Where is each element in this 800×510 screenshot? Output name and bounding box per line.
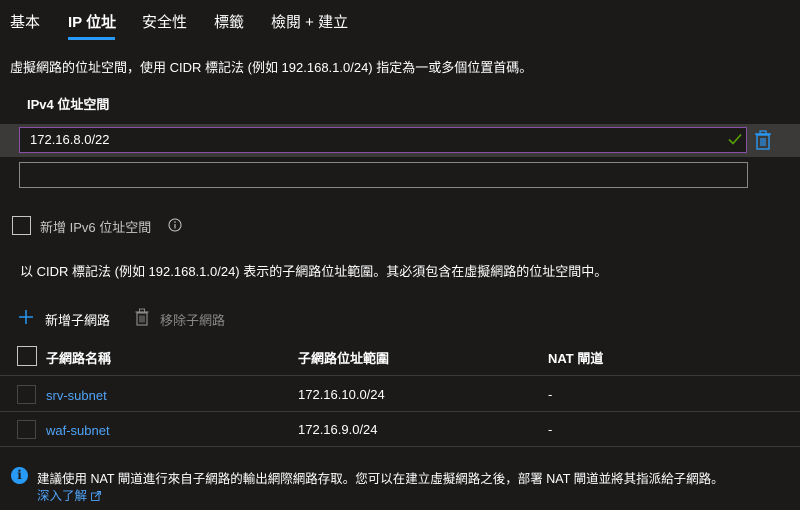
learn-more-label: 深入了解 [37, 489, 88, 503]
active-tab-indicator [68, 37, 115, 40]
add-ipv6-label: 新增 IPv6 位址空間 [40, 220, 152, 235]
info-icon[interactable] [168, 218, 182, 232]
learn-more-link[interactable]: 深入了解 [37, 485, 101, 504]
tab-security[interactable]: 安全性 [142, 11, 187, 32]
remove-subnet-button: 移除子網路 [160, 313, 226, 328]
delete-address-space-icon[interactable] [754, 130, 772, 150]
valid-check-icon [728, 133, 742, 145]
subnet-name-link[interactable]: srv-subnet [46, 388, 107, 403]
add-subnet-button[interactable]: 新增子網路 [45, 310, 110, 329]
select-all-checkbox[interactable] [17, 346, 37, 366]
info-icon: i [11, 467, 28, 484]
subnet-description: 以 CIDR 標記法 (例如 192.168.1.0/24) 表示的子網路位址範… [20, 264, 608, 279]
ipv4-address-space-input[interactable]: 172.16.8.0/22 [19, 127, 747, 153]
trash-icon [135, 308, 149, 326]
subnet-address-range: 172.16.10.0/24 [298, 387, 385, 402]
tab-bar: 基本 IP 位址 安全性 標籤 檢閱 + 建立 [0, 0, 800, 44]
column-header-nat-gateway[interactable]: NAT 閘道 [548, 348, 603, 367]
row-checkbox[interactable] [17, 385, 36, 404]
column-header-address-range[interactable]: 子網路位址範圍 [298, 348, 389, 367]
row-checkbox[interactable] [17, 420, 36, 439]
subnet-nat-gateway: - [548, 387, 553, 402]
nat-gateway-recommendation: 建議使用 NAT 閘道進行來自子網路的輸出網際網路存取。您可以在建立虛擬網路之後… [37, 472, 724, 486]
tab-tags[interactable]: 標籤 [214, 11, 244, 32]
column-header-subnet-name[interactable]: 子網路名稱 [46, 348, 111, 367]
add-ipv6-checkbox[interactable] [12, 216, 31, 235]
external-link-icon [91, 491, 101, 501]
tab-ip-addresses[interactable]: IP 位址 [68, 11, 116, 32]
tab-basics[interactable]: 基本 [10, 11, 40, 32]
table-divider [0, 446, 800, 447]
subnet-address-range: 172.16.9.0/24 [298, 422, 378, 437]
table-divider [0, 411, 800, 412]
plus-icon[interactable] [18, 309, 34, 325]
subnet-name-link[interactable]: waf-subnet [46, 423, 110, 438]
virtual-network-ip-addresses-page: 基本 IP 位址 安全性 標籤 檢閱 + 建立 虛擬網路的位址空間，使用 CID… [0, 0, 800, 510]
subnet-nat-gateway: - [548, 422, 553, 437]
table-divider [0, 375, 800, 376]
new-address-space-input[interactable] [19, 162, 748, 188]
address-space-description: 虛擬網路的位址空間，使用 CIDR 標記法 (例如 192.168.1.0/24… [10, 60, 533, 75]
tab-review-create[interactable]: 檢閱 + 建立 [271, 11, 348, 32]
ipv4-address-space-label: IPv4 位址空間 [27, 97, 110, 112]
